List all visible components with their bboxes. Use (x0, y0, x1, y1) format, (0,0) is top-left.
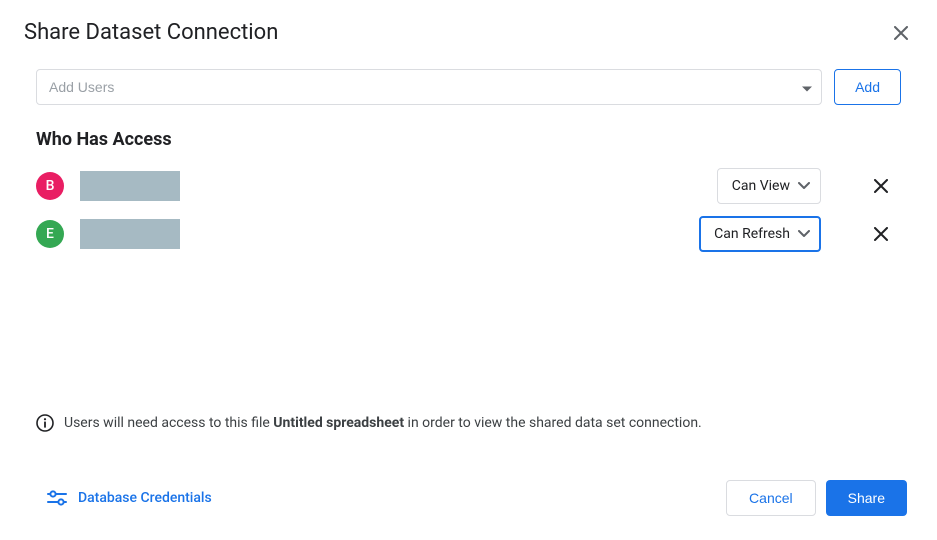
access-row: E Can Refresh (36, 210, 901, 258)
user-name-redacted (80, 219, 180, 249)
settings-sliders-icon (46, 487, 68, 509)
chevron-down-icon (798, 230, 810, 238)
close-icon (894, 26, 908, 40)
chevron-down-icon (798, 182, 810, 190)
remove-user-button[interactable] (861, 166, 901, 206)
avatar: E (36, 220, 64, 248)
access-section-title: Who Has Access (0, 105, 937, 162)
avatar: B (36, 172, 64, 200)
info-icon (36, 414, 54, 432)
permission-label: Can View (732, 178, 790, 194)
info-message: Users will need access to this file Unti… (0, 414, 937, 432)
permission-select[interactable]: Can Refresh (699, 216, 821, 252)
dialog-title: Share Dataset Connection (24, 20, 278, 45)
add-button[interactable]: Add (834, 69, 901, 105)
permission-select[interactable]: Can View (717, 168, 821, 204)
share-button[interactable]: Share (826, 480, 907, 516)
cancel-button[interactable]: Cancel (726, 480, 816, 516)
info-text: Users will need access to this file Unti… (64, 415, 702, 431)
access-row: B Can View (36, 162, 901, 210)
info-filename: Untitled spreadsheet (273, 415, 404, 431)
database-credentials-link[interactable]: Database Credentials (46, 487, 212, 509)
permission-label: Can Refresh (714, 226, 790, 242)
close-button[interactable] (889, 21, 913, 45)
remove-user-button[interactable] (861, 214, 901, 254)
close-icon (874, 179, 888, 193)
close-icon (874, 227, 888, 241)
database-credentials-label: Database Credentials (78, 490, 212, 506)
access-list: B Can View E Can Refresh (0, 162, 937, 258)
user-name-redacted (80, 171, 180, 201)
add-users-input[interactable] (36, 69, 822, 105)
